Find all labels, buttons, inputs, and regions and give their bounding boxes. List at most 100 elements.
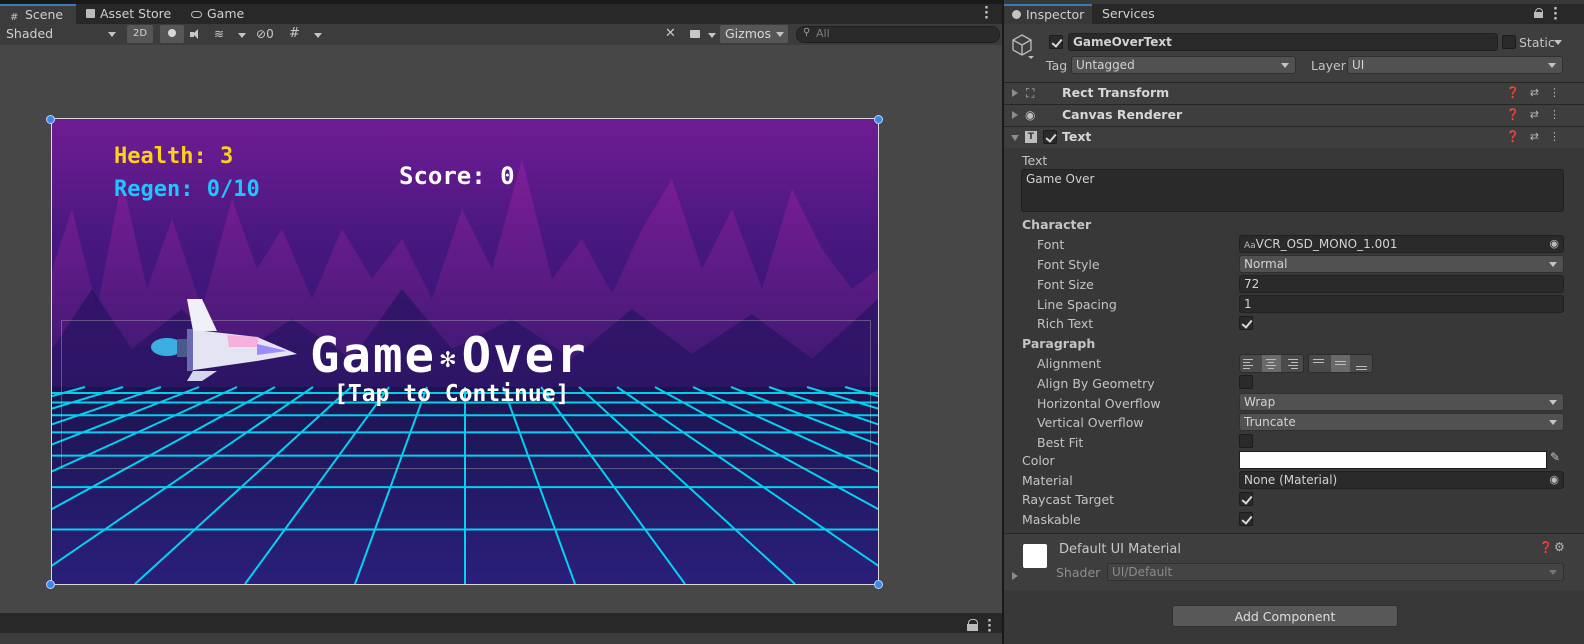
font-value: VCR_OSD_MONO_1.001 (1255, 237, 1398, 251)
gizmos-label: Gizmos (725, 26, 772, 41)
text-enabled-checkbox[interactable] (1043, 130, 1057, 144)
vertical-overflow-value: Truncate (1244, 415, 1296, 429)
rect-transform-header[interactable]: ⛶ Rect Transform ❓⇄⋮ (1004, 82, 1584, 104)
component-actions[interactable]: ❓⇄⋮ (1506, 108, 1570, 121)
collapse-arrow-icon[interactable] (1011, 135, 1019, 141)
material-block: Default UI Material Shader UI/Default ❓ … (1004, 533, 1584, 590)
chevron-down-icon[interactable] (1554, 40, 1562, 45)
paragraph-section-label: Paragraph (1022, 336, 1096, 351)
vertical-overflow-dropdown[interactable]: Truncate (1239, 413, 1564, 431)
horizontal-overflow-label: Horizontal Overflow (1037, 396, 1161, 411)
font-size-input[interactable]: 72 (1239, 275, 1564, 293)
horizontal-overflow-dropdown[interactable]: Wrap (1239, 393, 1564, 411)
material-object-field[interactable]: None (Material) ◉ (1239, 471, 1564, 489)
add-component-button[interactable]: Add Component (1172, 605, 1398, 627)
chevron-down-icon[interactable] (708, 33, 716, 38)
expand-arrow-icon[interactable] (1012, 111, 1018, 119)
lighting-icon[interactable] (160, 25, 184, 43)
expand-arrow-icon[interactable] (1012, 89, 1018, 97)
eyedropper-icon[interactable]: ✎ (1550, 450, 1560, 464)
presets-icon: ⇄ (1529, 108, 1549, 121)
text-content-area[interactable]: Game Over (1021, 169, 1564, 212)
lock-body (967, 624, 978, 631)
align-by-geometry-checkbox[interactable] (1239, 375, 1253, 389)
selection-handle[interactable] (874, 580, 883, 589)
shader-dropdown: UI/Default (1107, 563, 1564, 581)
gameobject-name-input[interactable]: GameOverText (1068, 33, 1498, 51)
align-top-icon[interactable] (1312, 357, 1326, 371)
effects-icon[interactable]: ≋ (214, 27, 224, 41)
scene-viewport[interactable]: Health: 3 Regen: 0/10 Score: 0 Game ✻Over (0, 45, 1002, 613)
raycast-target-checkbox[interactable] (1239, 492, 1253, 506)
selection-handle[interactable] (874, 115, 883, 124)
material-fold-arrow-icon[interactable] (1012, 572, 1018, 580)
chevron-down-icon (1549, 400, 1557, 405)
text-component-header[interactable]: T Text ❓⇄⋮ (1004, 126, 1584, 148)
tab-services[interactable]: Services (1102, 4, 1155, 24)
tag-label: Tag (1046, 58, 1068, 73)
more-options-icon[interactable]: · · · (984, 2, 989, 25)
hidden-objects-icon[interactable]: ⊘0 (256, 27, 274, 41)
canvas-renderer-header[interactable]: ◉ Canvas Renderer ❓⇄⋮ (1004, 104, 1584, 126)
font-object-field[interactable]: AaVCR_OSD_MONO_1.001 ◉ (1239, 235, 1564, 253)
shader-value: UI/Default (1112, 565, 1173, 579)
tab-game[interactable]: Game (191, 4, 244, 24)
horizontal-alignment-group (1239, 354, 1304, 373)
gizmos-dropdown[interactable]: Gizmos (720, 25, 788, 43)
align-bottom-icon[interactable] (1355, 357, 1369, 371)
settings-gear-icon[interactable]: ⚙ (1554, 540, 1565, 554)
line-spacing-input[interactable]: 1 (1239, 295, 1564, 313)
tab-inspector[interactable]: Inspector (1004, 4, 1092, 24)
tools-icon[interactable]: ✕ (665, 26, 676, 41)
align-left-icon[interactable] (1243, 357, 1257, 371)
scene-search-input[interactable]: ⚲ All (796, 26, 1000, 43)
more-options-icon[interactable]: · · · (1553, 3, 1558, 26)
inspector-panel: Inspector Services · · · GameOverText Stat… (1004, 0, 1584, 644)
object-picker-icon[interactable]: ◉ (1549, 472, 1559, 488)
best-fit-checkbox[interactable] (1239, 434, 1253, 448)
help-icon[interactable]: ❓ (1539, 541, 1553, 554)
score-label: Score: 0 (399, 162, 515, 190)
font-style-dropdown[interactable]: Normal (1239, 255, 1564, 273)
static-checkbox[interactable] (1502, 35, 1516, 49)
color-swatch[interactable] (1239, 451, 1547, 469)
selection-handle[interactable] (46, 580, 55, 589)
align-right-icon[interactable] (1286, 357, 1300, 371)
audio-icon[interactable] (190, 29, 202, 39)
regen-label: Regen: 0/10 (114, 177, 260, 202)
shader-label: Shader (1056, 565, 1101, 580)
layer-label: Layer (1311, 58, 1346, 73)
rich-text-label: Rich Text (1037, 316, 1094, 331)
align-middle-icon[interactable] (1331, 355, 1350, 372)
gameobject-header: GameOverText Static Tag Untagged Layer U… (1004, 24, 1584, 82)
layer-dropdown[interactable]: UI (1347, 56, 1563, 74)
color-label: Color (1022, 453, 1055, 468)
maskable-checkbox[interactable] (1239, 512, 1253, 526)
chevron-down-icon (1549, 420, 1557, 425)
tab-scene[interactable]: # Scene (0, 4, 76, 24)
component-actions[interactable]: ❓⇄⋮ (1506, 86, 1570, 99)
health-label: Health: 3 (114, 144, 234, 169)
active-checkbox[interactable] (1049, 35, 1063, 49)
font-asset-icon: Aa (1244, 241, 1256, 251)
tab-asset-store[interactable]: Asset Store (86, 4, 171, 24)
cube-icon[interactable] (1012, 34, 1034, 59)
presets-icon: ⇄ (1529, 86, 1549, 99)
chevron-down-icon (776, 32, 784, 37)
component-actions[interactable]: ❓⇄⋮ (1506, 130, 1570, 143)
chevron-down-icon (1549, 570, 1557, 575)
rich-text-checkbox[interactable] (1239, 316, 1253, 330)
align-center-icon[interactable] (1262, 355, 1281, 372)
toggle-2d-button[interactable]: 2D (127, 25, 153, 43)
shading-mode-dropdown[interactable]: Shaded (0, 24, 122, 45)
selection-handle[interactable] (46, 115, 55, 124)
camera-icon[interactable] (690, 30, 700, 38)
presets-icon: ⇄ (1529, 130, 1549, 143)
grid-snap-icon[interactable]: # (289, 26, 300, 41)
more-options-icon[interactable]: · · · (987, 615, 992, 638)
chevron-down-icon[interactable] (238, 33, 246, 38)
object-picker-icon[interactable]: ◉ (1549, 236, 1559, 252)
material-value: None (Material) (1244, 473, 1338, 487)
chevron-down-icon[interactable] (314, 33, 322, 38)
tag-dropdown[interactable]: Untagged (1071, 56, 1296, 74)
